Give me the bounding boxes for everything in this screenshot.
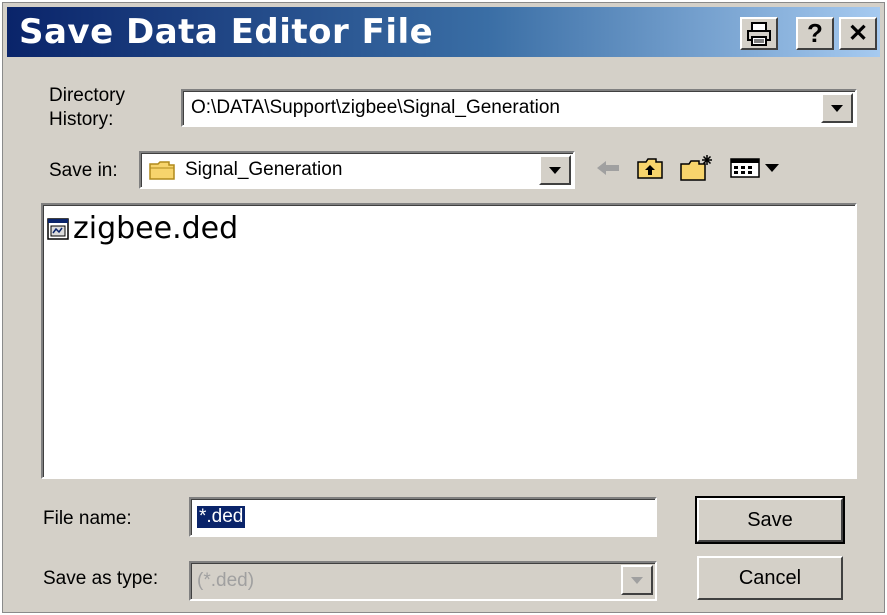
back-arrow-icon [597,161,619,175]
chevron-down-icon [831,104,843,112]
ded-file-icon [47,217,69,240]
save-button[interactable]: Save [695,496,845,544]
save-as-type-select[interactable]: (*.ded) [189,561,657,601]
save-as-type-value: (*.ded) [197,570,255,591]
directory-history-value: O:\DATA\Support\zigbee\Signal_Generation [191,97,560,118]
folder-icon [149,161,175,180]
file-name-text: zigbee.ded [73,211,239,246]
view-menu-icon [730,158,779,178]
close-button[interactable]: ✕ [839,17,877,50]
back-button[interactable] [591,151,625,185]
file-list[interactable]: zigbee.ded [41,203,857,479]
file-name-value: *.ded [197,506,246,528]
close-icon: ✕ [847,20,869,47]
window-title: Save Data Editor File [19,12,434,52]
up-one-level-button[interactable] [633,151,667,185]
help-icon: ? [807,18,823,48]
directory-history-combo[interactable]: O:\DATA\Support\zigbee\Signal_Generation [181,89,857,127]
file-name-label: File name: [43,508,132,529]
file-name-input[interactable]: *.ded [189,497,657,537]
save-in-combo[interactable]: Signal_Generation [139,151,575,189]
help-button[interactable]: ? [796,17,834,50]
save-in-value: Signal_Generation [185,159,343,180]
save-in-label: Save in: [49,160,118,181]
printer-icon [747,21,771,46]
save-as-type-label: Save as type: [43,568,159,589]
save-dialog: Save Data Editor File ? ✕ Directory Hist… [2,2,885,613]
new-folder-icon [680,155,712,181]
title-bar[interactable]: Save Data Editor File ? ✕ [7,7,880,57]
save-in-dropdown-button[interactable] [539,155,571,185]
directory-history-label-line2: History: [49,109,114,130]
chevron-down-icon [631,576,643,584]
cancel-button[interactable]: Cancel [697,556,843,600]
save-as-type-dropdown-button[interactable] [621,565,653,595]
view-menu-button[interactable] [727,151,785,185]
up-folder-icon [637,158,663,179]
directory-history-dropdown-button[interactable] [821,93,853,123]
chevron-down-icon [549,166,561,174]
list-item[interactable]: zigbee.ded [47,211,238,246]
print-button[interactable] [740,17,778,50]
directory-history-label-line1: Directory [49,85,126,106]
new-folder-button[interactable] [677,151,715,185]
